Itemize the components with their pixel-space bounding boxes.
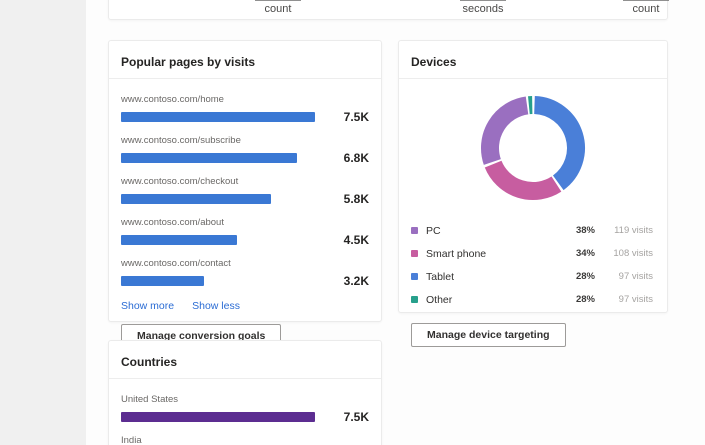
bar-row: www.contoso.com/home 7.5K xyxy=(121,94,369,124)
bar-row: United States 7.5K xyxy=(121,394,369,424)
legend-percentage: 38% xyxy=(575,225,595,236)
clipped-metric-value xyxy=(243,0,313,1)
bar-value: 4.5K xyxy=(343,233,369,247)
bar-track xyxy=(121,112,323,122)
bar xyxy=(121,235,238,245)
legend-row-tablet[interactable]: Tablet 28% 97 visits xyxy=(411,265,653,288)
bar-label: United States xyxy=(121,394,179,405)
legend-row-pc[interactable]: PC 38% 119 visits xyxy=(411,219,653,242)
manage-device-targeting-button[interactable]: Manage device targeting xyxy=(411,323,566,347)
bar-row: www.contoso.com/contact 3.2K xyxy=(121,258,369,288)
bar-label: www.contoso.com/about xyxy=(121,217,224,228)
donut-segment-smart-phone xyxy=(484,160,562,200)
metric-unit-count: count xyxy=(632,3,660,15)
bar-label: www.contoso.com/home xyxy=(121,94,224,105)
legend-swatch xyxy=(411,296,418,303)
popular-pages-title: Popular pages by visits xyxy=(121,55,256,69)
bar xyxy=(121,112,315,122)
show-links-row: Show more Show less xyxy=(109,288,381,312)
bar-track xyxy=(121,194,323,204)
bar-value: 5.8K xyxy=(343,192,369,206)
donut-segment-pc xyxy=(481,96,529,165)
legend-percentage: 28% xyxy=(575,294,595,305)
bar-value: 7.5K xyxy=(343,410,369,424)
metrics-summary-card: count seconds count xyxy=(108,0,669,20)
bar-track xyxy=(121,276,323,286)
devices-donut-chart xyxy=(481,96,585,200)
legend-label: Other xyxy=(426,293,453,306)
metric-unit-seconds: seconds xyxy=(462,3,504,15)
countries-card: Countries United States 7.5K India6.8K xyxy=(108,340,382,445)
legend-swatch xyxy=(411,273,418,280)
bar-track xyxy=(121,235,323,245)
bar xyxy=(121,194,271,204)
legend-swatch xyxy=(411,250,418,257)
legend-label: Smart phone xyxy=(426,247,487,260)
legend-visits: 119 visits xyxy=(614,225,653,236)
popular-pages-bar-chart: www.contoso.com/home 7.5K www.contoso.com/… xyxy=(109,79,381,288)
legend-row-smart-phone[interactable]: Smart phone 34% 108 visits xyxy=(411,242,653,265)
popular-pages-card: Popular pages by visits www.contoso.com/… xyxy=(108,40,382,348)
devices-card: Devices PC 38% 119 visits Smart phone 34% 108… xyxy=(398,40,668,347)
legend-row-other[interactable]: Other 28% 97 visits xyxy=(411,288,653,311)
legend-label: PC xyxy=(426,224,441,237)
legend-percentage: 28% xyxy=(575,271,595,282)
legend-visits: 97 visits xyxy=(618,294,653,305)
bar-row: www.contoso.com/about 4.5K xyxy=(121,217,369,247)
legend-percentage: 34% xyxy=(575,248,595,259)
analytics-dashboard: count seconds count Popular pages by vis… xyxy=(0,0,705,445)
legend-swatch xyxy=(411,227,418,234)
donut-segment-tablet xyxy=(533,96,585,191)
bar-label: www.contoso.com/subscribe xyxy=(121,135,241,146)
legend-visits: 108 visits xyxy=(613,248,653,259)
bar-label: www.contoso.com/contact xyxy=(121,258,231,269)
bar xyxy=(121,276,204,286)
bar-value: 7.5K xyxy=(343,110,369,124)
devices-legend: PC 38% 119 visits Smart phone 34% 108 visits T… xyxy=(399,209,667,311)
countries-bar-chart: United States 7.5K India6.8K xyxy=(109,379,381,445)
bar-label: www.contoso.com/checkout xyxy=(121,176,239,187)
bar-row: www.contoso.com/subscribe 6.8K xyxy=(121,135,369,165)
bar-row: www.contoso.com/checkout 5.8K xyxy=(121,176,369,206)
bar-value: 6.8K xyxy=(343,151,369,165)
bar-track xyxy=(121,412,323,422)
legend-label: Tablet xyxy=(426,270,455,283)
legend-visits: 97 visits xyxy=(618,271,653,282)
bar-row: India6.8K xyxy=(121,435,369,445)
metric-unit-count: count xyxy=(264,3,292,15)
bar xyxy=(121,412,315,422)
bar xyxy=(121,153,297,163)
clipped-metric-value xyxy=(448,0,518,1)
bar-label: India xyxy=(121,435,142,445)
countries-title: Countries xyxy=(121,355,178,369)
show-less-link[interactable]: Show less xyxy=(192,300,240,312)
bar-track xyxy=(121,153,323,163)
left-gutter xyxy=(0,0,86,445)
show-more-link[interactable]: Show more xyxy=(121,300,174,312)
clipped-metric-value xyxy=(611,0,681,1)
devices-title: Devices xyxy=(411,55,457,69)
bar-value: 3.2K xyxy=(343,274,369,288)
